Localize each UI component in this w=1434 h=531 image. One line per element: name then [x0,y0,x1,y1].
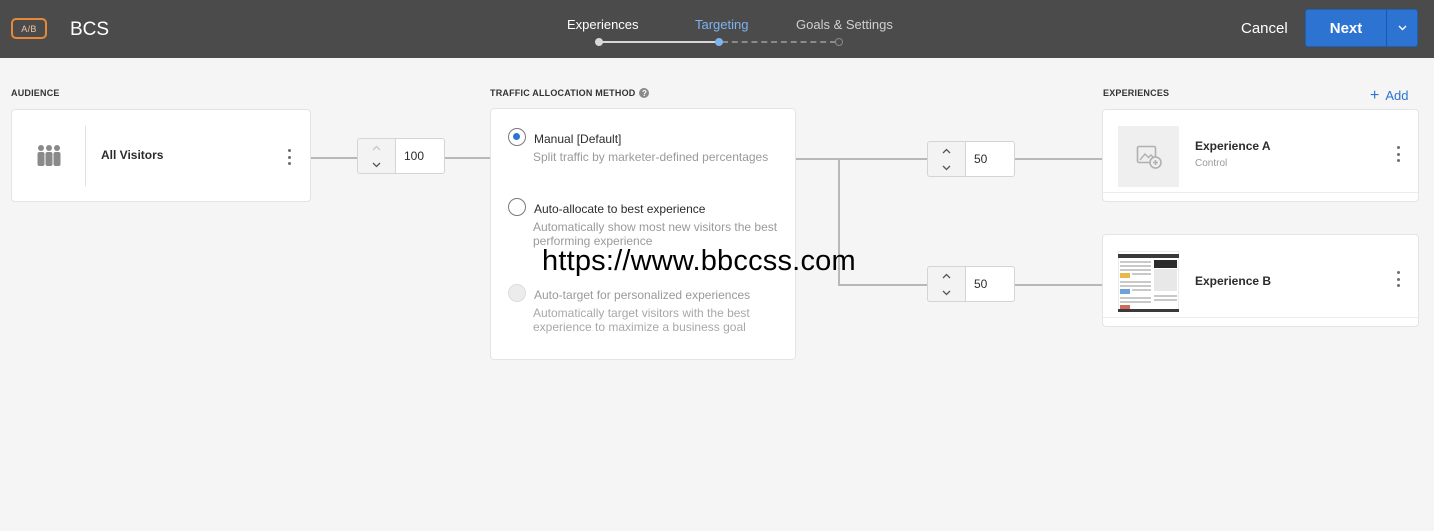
experience-a-allocation-input[interactable]: 50 [965,141,1015,177]
audience-more-options-icon[interactable] [284,149,294,165]
audience-allocation-input[interactable]: 100 [395,138,445,174]
progress-dot-experiences [595,38,603,46]
experience-b-card[interactable]: Experience B [1102,234,1419,327]
watermark-url: https://www.bbccss.com [542,245,856,277]
stepper-decrement-icon[interactable] [358,156,395,173]
next-dropdown-chevron-icon[interactable] [1387,10,1417,46]
experience-a-name: Experience A [1195,139,1271,153]
audience-name: All Visitors [101,148,164,162]
audience-card-divider [85,126,86,186]
experience-b-footer-line [1103,317,1418,318]
progress-dot-targeting [715,38,723,46]
experience-b-allocation-stepper: 50 [927,266,1015,302]
option-auto-allocate-description: Automatically show most new visitors the… [533,220,778,248]
experiences-section-label: EXPERIENCES [1103,88,1170,98]
traffic-section-label-text: TRAFFIC ALLOCATION METHOD [490,88,636,98]
traffic-section-label: TRAFFIC ALLOCATION METHOD ? [490,88,650,98]
option-manual-description: Split traffic by marketer-defined percen… [533,150,769,164]
image-add-icon [1136,145,1162,169]
top-bar: A/B BCS Experiences Targeting Goals & Se… [0,0,1434,58]
connector-traffic-a [796,158,928,160]
step-goals-settings[interactable]: Goals & Settings [796,17,893,32]
people-group-icon [36,143,62,167]
progress-pending-line [722,41,836,43]
option-auto-allocate-title: Auto-allocate to best experience [534,202,706,216]
audience-allocation-stepper: 100 [357,138,445,174]
add-label: Add [1385,88,1409,103]
next-split-button: Next [1305,9,1418,47]
connector-stepper-a [1014,158,1102,160]
option-manual-title: Manual [Default] [534,132,622,146]
stepper-arrows [927,141,965,177]
experience-a-card[interactable]: Experience A Control [1102,109,1419,202]
progress-dot-goals [835,38,843,46]
step-experiences[interactable]: Experiences [567,17,639,32]
activity-title[interactable]: BCS [70,19,109,41]
stepper-increment-icon[interactable] [358,139,395,156]
stepper-increment-icon[interactable] [928,142,965,159]
option-auto-target-description: Automatically target visitors with the b… [533,306,750,334]
stepper-increment-icon[interactable] [928,267,965,284]
connector-audience-stepper [311,157,358,159]
plus-icon: + [1370,86,1380,104]
experience-b-allocation-input[interactable]: 50 [965,266,1015,302]
help-icon[interactable]: ? [639,88,650,98]
radio-auto-allocate[interactable] [508,198,526,216]
traffic-allocation-card: Manual [Default] Split traffic by market… [490,108,796,360]
step-targeting[interactable]: Targeting [695,17,748,32]
connector-stepper-traffic [444,157,490,159]
experience-a-subtitle: Control [1195,158,1228,169]
experience-b-thumbnail [1117,250,1180,313]
stepper-arrows [927,266,965,302]
experience-a-allocation-stepper: 50 [927,141,1015,177]
add-experience-button[interactable]: + Add [1370,86,1409,104]
experience-b-name: Experience B [1195,274,1272,288]
stepper-decrement-icon[interactable] [928,159,965,176]
ab-test-badge: A/B [11,18,47,39]
connector-stepper-b [1014,284,1102,286]
connector-branch-b [838,284,928,286]
experience-a-more-options-icon[interactable] [1393,146,1403,162]
next-button[interactable]: Next [1306,10,1386,46]
radio-auto-target[interactable] [508,284,526,302]
audience-card[interactable]: All Visitors [11,109,311,202]
radio-manual[interactable] [508,128,526,146]
progress-complete-line [600,41,718,43]
stepper-decrement-icon[interactable] [928,284,965,301]
experience-b-more-options-icon[interactable] [1393,271,1403,287]
experience-a-footer-line [1103,192,1418,193]
stepper-arrows [357,138,395,174]
audience-section-label: AUDIENCE [11,88,60,98]
option-auto-target-title: Auto-target for personalized experiences [534,288,751,302]
cancel-button[interactable]: Cancel [1241,20,1288,37]
experience-a-thumbnail [1118,126,1179,187]
